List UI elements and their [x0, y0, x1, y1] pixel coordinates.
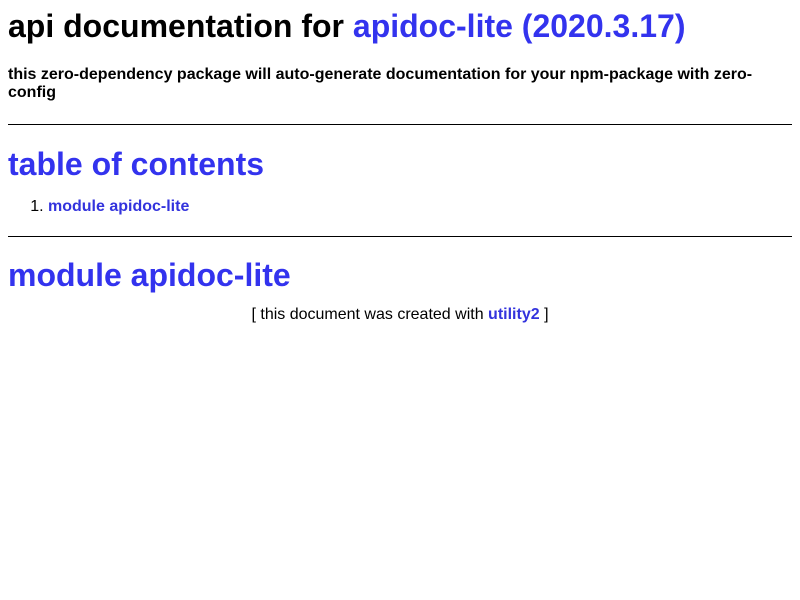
package-description: this zero-dependency package will auto-g… — [8, 66, 753, 101]
package-title-link[interactable]: apidoc-lite (2020.3.17) — [353, 8, 686, 44]
toc-list: module apidoc-lite — [8, 197, 792, 217]
divider — [8, 124, 792, 125]
toc-item: module apidoc-lite — [48, 197, 792, 217]
toc-link-module-apidoc-lite[interactable]: module apidoc-lite — [48, 198, 189, 215]
divider — [8, 236, 792, 237]
utility2-link[interactable]: utility2 — [488, 306, 540, 323]
toc-heading: table of contents — [8, 146, 265, 182]
footer-text-after: ] — [544, 306, 549, 323]
module-heading: module apidoc-lite — [8, 257, 291, 293]
title-prefix: api documentation for — [8, 8, 344, 44]
footer: [ this document was created with utility… — [8, 305, 792, 325]
footer-text-before: [ this document was created with — [251, 306, 484, 323]
page-title: api documentation for apidoc-lite (2020.… — [8, 8, 792, 44]
